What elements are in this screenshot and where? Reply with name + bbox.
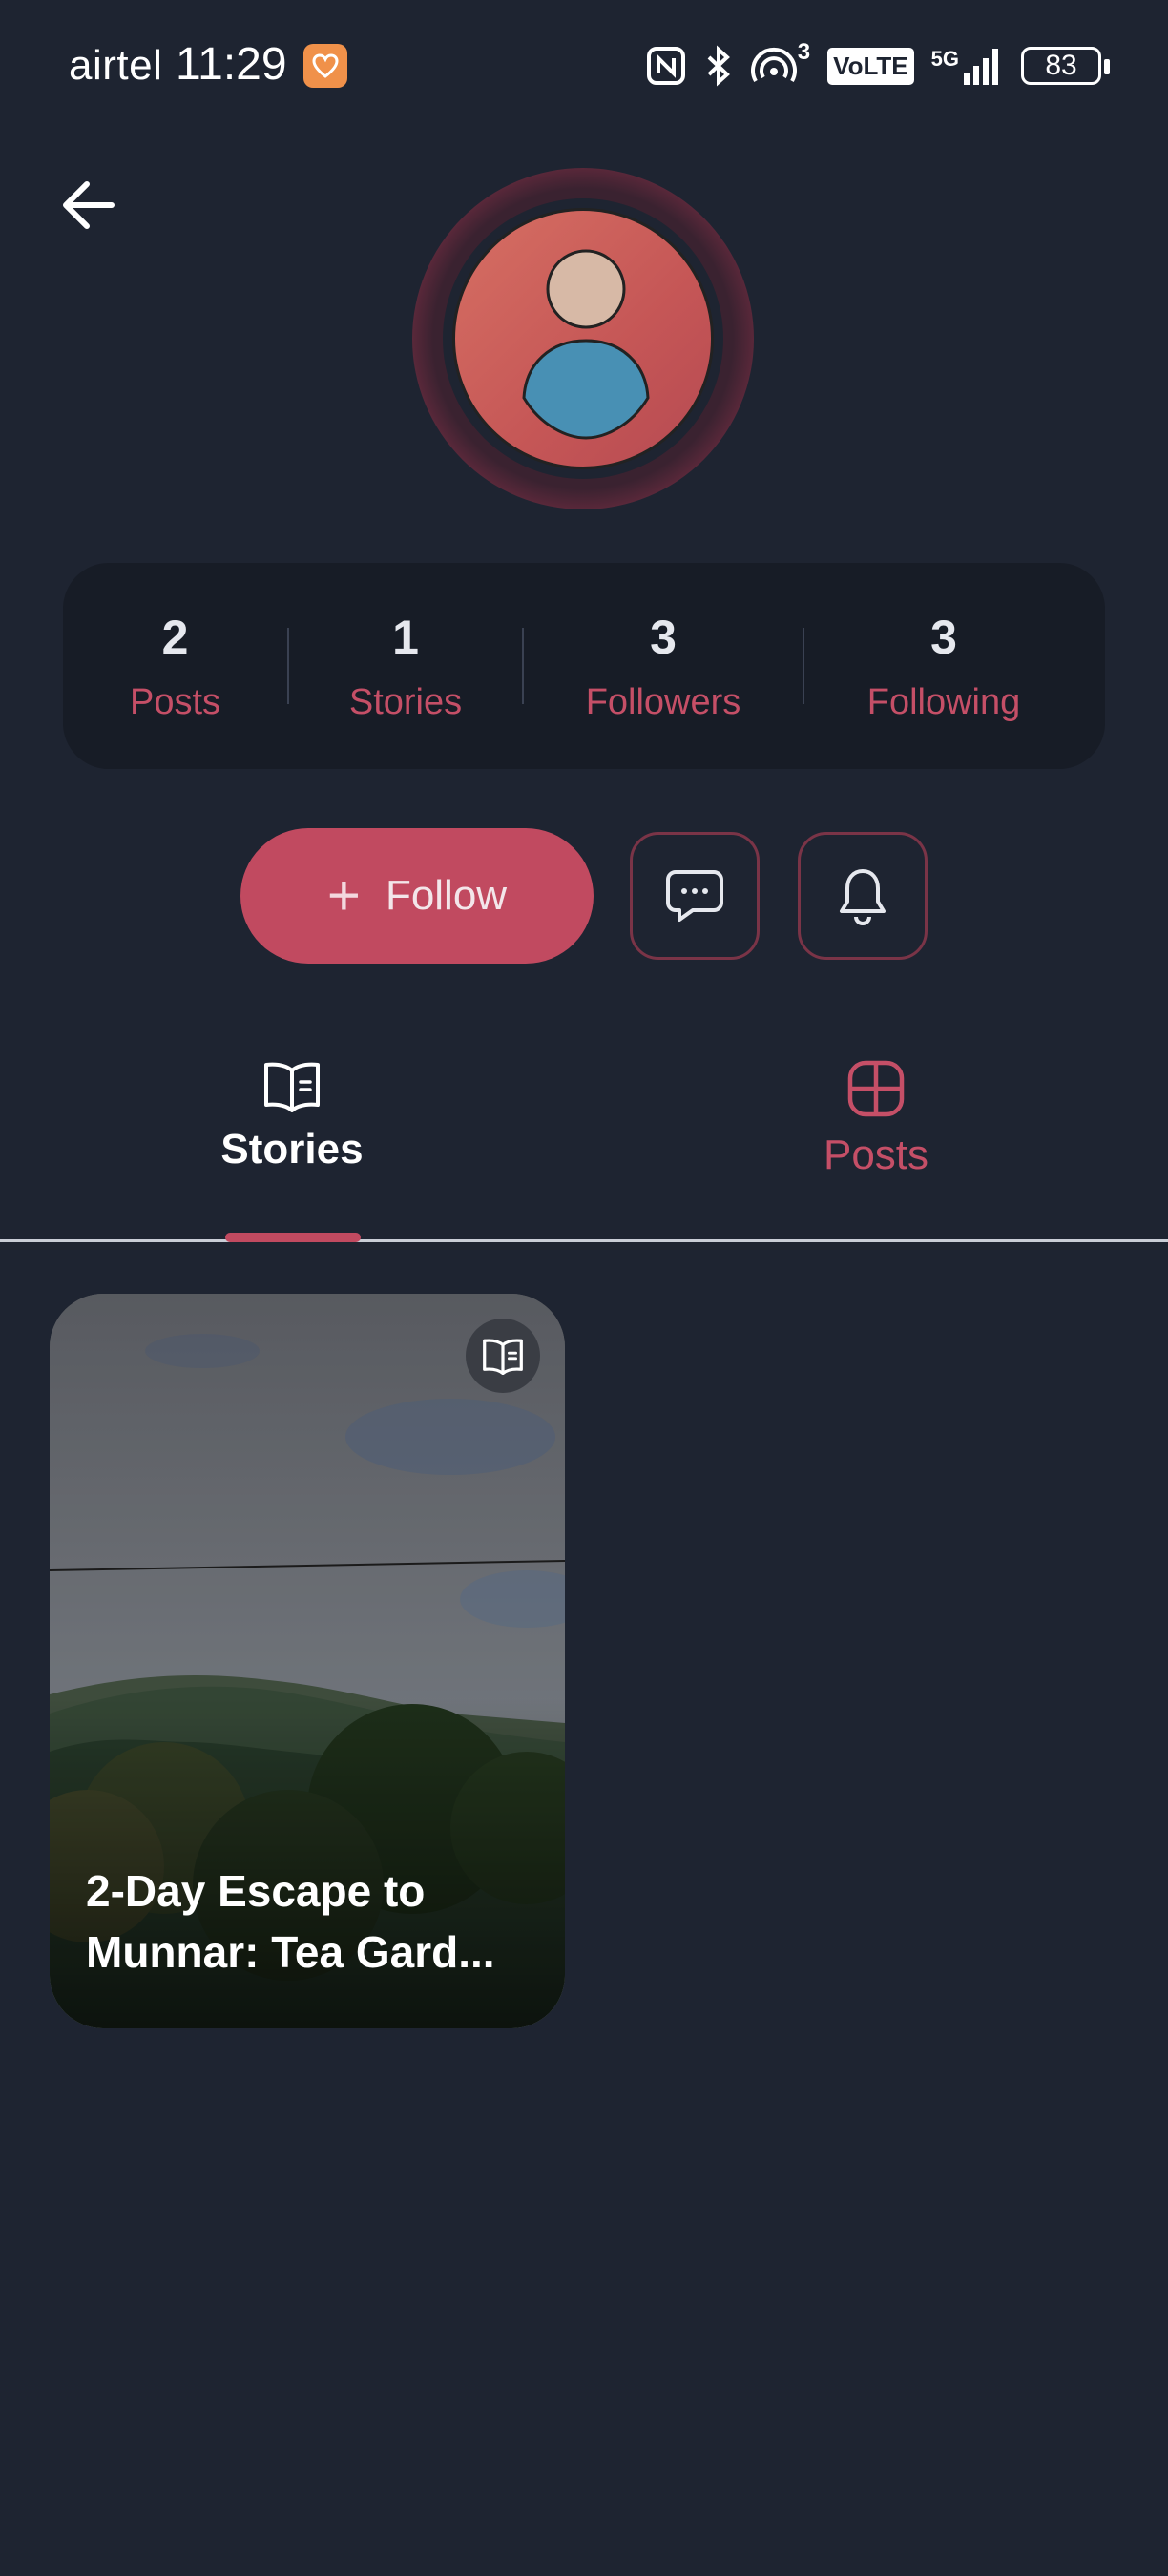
carrier-name: airtel <box>69 42 163 89</box>
stat-label: Posts <box>129 681 221 722</box>
status-icons: 3 VoLTE 5G 83 <box>645 39 1110 90</box>
status-bar: airtel 11:29 3 VoLTE 5G 83 <box>0 0 1168 134</box>
follow-label: Follow <box>385 872 508 919</box>
avatar[interactable] <box>452 208 714 469</box>
book-open-icon <box>264 1062 320 1112</box>
hotspot-icon: 3 <box>750 39 810 87</box>
stat-value: 1 <box>392 610 419 664</box>
back-button[interactable] <box>55 172 122 239</box>
volte-badge: VoLTE <box>827 47 914 85</box>
tab-stories[interactable]: Stories <box>177 1059 407 1174</box>
network-type: 5G <box>930 47 959 71</box>
user-placeholder-icon <box>522 249 650 440</box>
story-title: 2-Day Escape to Munnar: Tea Gard... <box>86 1866 495 1977</box>
stat-posts[interactable]: 2 Posts <box>63 563 287 769</box>
stat-label: Followers <box>585 681 741 722</box>
nfc-icon <box>646 47 685 85</box>
follow-button[interactable]: + Follow <box>240 828 594 964</box>
stat-value: 3 <box>650 610 677 664</box>
bell-icon <box>840 869 886 925</box>
profile-stats: 2 Posts 1 Stories 3 Followers 3 Followin… <box>63 563 1105 769</box>
stat-label: Following <box>866 681 1021 722</box>
tab-posts[interactable]: Posts <box>761 1059 991 1179</box>
signal-icon: 5G <box>931 47 1004 85</box>
story-type-badge <box>466 1319 540 1393</box>
stat-value: 3 <box>930 610 957 664</box>
book-open-icon <box>483 1339 523 1375</box>
bluetooth-icon <box>707 45 730 87</box>
active-tab-indicator <box>225 1233 361 1242</box>
message-button[interactable] <box>630 832 760 960</box>
tab-label: Posts <box>823 1132 929 1178</box>
status-time: 11:29 <box>176 39 287 90</box>
network-superscript: 3 <box>797 39 811 65</box>
stat-value: 2 <box>161 610 189 664</box>
grid-icon <box>847 1060 905 1117</box>
tab-label: Stories <box>220 1126 364 1173</box>
tab-divider <box>0 1239 1168 1242</box>
stat-followers[interactable]: 3 Followers <box>524 563 803 769</box>
arrow-left-icon <box>63 181 115 229</box>
app-notification-icon <box>303 44 347 88</box>
notify-button[interactable] <box>798 832 928 960</box>
plus-icon: + <box>326 863 361 927</box>
stat-label: Stories <box>348 681 463 722</box>
stat-stories[interactable]: 1 Stories <box>289 563 522 769</box>
stat-following[interactable]: 3 Following <box>804 563 1083 769</box>
chat-bubble-icon <box>666 870 723 922</box>
battery-indicator: 83 <box>1021 47 1110 85</box>
